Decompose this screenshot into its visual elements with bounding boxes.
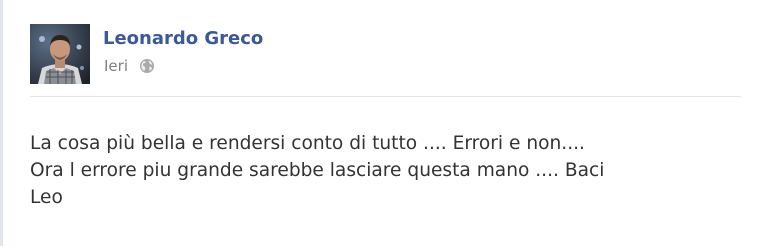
- post-message: La cosa più bella e rendersi conto di tu…: [30, 130, 745, 211]
- author-name-link[interactable]: Leonardo Greco: [103, 28, 263, 49]
- avatar-photo: [30, 24, 90, 84]
- message-line: Ora l errore piu grande sarebbe lasciare…: [30, 160, 605, 181]
- post-card: Leonardo Greco Ieri La cosa più bella e …: [0, 0, 767, 246]
- avatar[interactable]: [30, 24, 90, 84]
- message-line: La cosa più bella e rendersi conto di tu…: [30, 133, 585, 154]
- message-line: Leo: [30, 187, 63, 208]
- header-divider: [30, 96, 741, 97]
- post-meta: Ieri: [104, 57, 155, 75]
- post-timestamp[interactable]: Ieri: [104, 57, 128, 75]
- globe-icon[interactable]: [139, 58, 155, 74]
- left-border: [0, 0, 3, 246]
